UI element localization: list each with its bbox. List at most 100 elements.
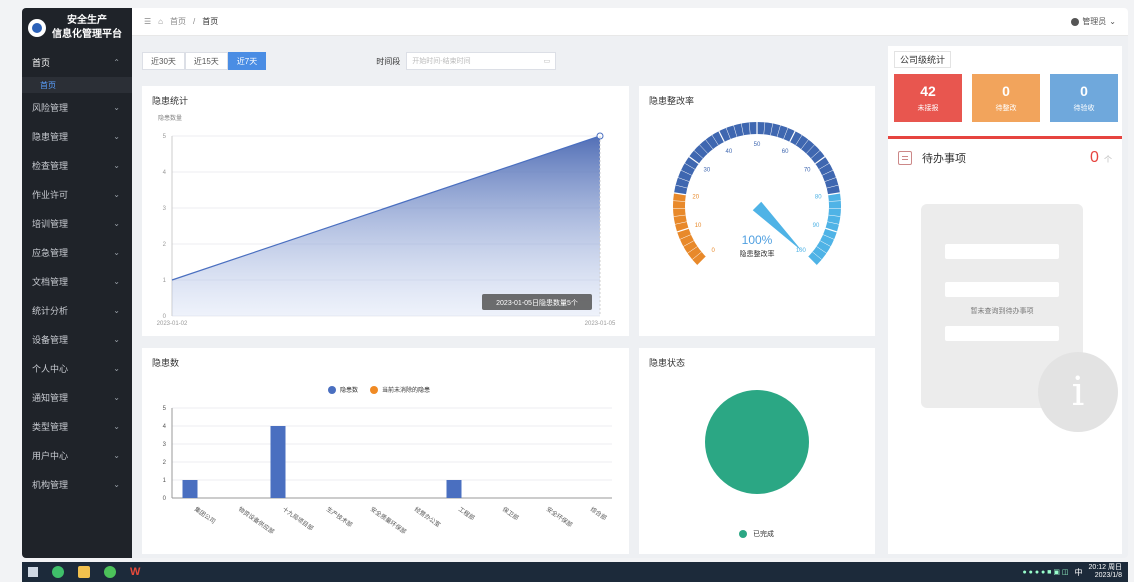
brand-line-2: 信息化管理平台 [52,29,122,40]
stat-value: 0 [1002,83,1010,99]
sidebar-item-label: 检查管理 [32,161,69,171]
chevron-down-icon: ⌄ [113,103,120,112]
chevron-down-icon: ⌄ [113,393,120,402]
y-tick-label: 3 [163,442,167,448]
sidebar-item-users[interactable]: 用户中心 ⌄ [22,441,132,470]
sidebar-item-risk[interactable]: 风险管理 ⌄ [22,93,132,122]
x-tick-label: 2023-01-02 [157,321,188,327]
range-15-days-button[interactable]: 近15天 [184,52,228,70]
sidebar-item-organization[interactable]: 机构管理 ⌄ [22,470,132,499]
bar [446,480,462,498]
empty-placeholder-bar [945,282,1059,297]
sidebar-item-profile[interactable]: 个人中心 ⌄ [22,354,132,383]
sidebar-item-documents[interactable]: 文档管理 ⌄ [22,267,132,296]
user-menu[interactable]: 管理员 ⌄ [1071,16,1116,27]
chevron-down-icon: ⌄ [113,277,120,286]
stat-value: 0 [1080,83,1088,99]
windows-start-icon[interactable] [28,567,38,577]
breadcrumb-item-current: 首页 [202,17,219,26]
stat-card-pending[interactable]: 0 待整改 [972,74,1040,122]
empty-state-text: 暂未查询到待办事项 [970,308,1034,315]
x-tick-label: 保卫部 [501,505,520,522]
sidebar-item-hazard[interactable]: 隐患管理 ⌄ [22,122,132,151]
sidebar-item-training[interactable]: 培训管理 ⌄ [22,209,132,238]
bar [270,426,286,498]
home-icon[interactable]: ⌂ [158,17,163,26]
chevron-down-icon: ⌄ [113,248,120,257]
y-tick-label: 5 [163,134,167,140]
browser-icon[interactable] [52,566,64,578]
sidebar-item-analytics[interactable]: 统计分析 ⌄ [22,296,132,325]
chevron-down-icon: ⌄ [113,422,120,431]
sidebar-item-permit[interactable]: 作业许可 ⌄ [22,180,132,209]
breadcrumb-item-home[interactable]: 首页 [170,16,186,27]
x-tick-label: 2023-01-05 [585,321,616,327]
gauge-band [674,122,840,195]
company-stats-title: 公司级统计 [894,51,952,68]
date-range-input[interactable]: 开始时间-结束时间 ▭ [406,52,557,70]
app-window: 安全生产 信息化管理平台 首页 ⌃ 首页 风险管理 ⌄ 隐患管理 ⌄ 检查管理 ⌄ 作… [22,8,1128,558]
brand-line-1: 安全生产 [67,15,107,26]
y-tick-label: 2 [163,242,167,248]
chevron-down-icon: ⌄ [113,364,120,373]
rectify-rate-gauge: 0 10 20 30 40 50 60 70 80 90 100 100% 隐患整改率 [673,122,841,266]
sidebar-item-equipment[interactable]: 设备管理 ⌄ [22,325,132,354]
info-icon: i [1038,352,1118,432]
sidebar-item-types[interactable]: 类型管理 ⌄ [22,412,132,441]
date-range-placeholder: 开始时间-结束时间 [412,58,471,65]
breadcrumb-separator: / [193,17,196,26]
y-tick-label: 0 [163,496,167,502]
legend-marker [370,386,378,394]
chevron-down-icon: ⌄ [1109,17,1116,26]
user-icon [1071,17,1080,26]
y-tick-label: 2 [163,460,167,466]
wechat-icon[interactable] [104,566,116,578]
hazard-stats-chart[interactable]: 隐患数量 0 1 2 3 4 5 2023-01-02 2023-01-05 2023-01-05… [142,86,629,336]
sidebar-item-emergency[interactable]: 应急管理 ⌄ [22,238,132,267]
todo-count: 0 [1090,148,1099,166]
hazard-count-panel: 隐患数 隐患数 当前未消除的隐患 0 1 2 3 4 5 集团公司 物资设备供应部 十九局项目部 生产… [142,348,629,554]
chevron-down-icon: ⌄ [113,335,120,344]
chevron-down-icon: ⌄ [113,161,120,170]
x-tick-label: 集团公司 [193,505,217,525]
sidebar-item-inspection[interactable]: 检查管理 ⌄ [22,151,132,180]
y-axis-title: 隐患数量 [158,114,182,122]
sidebar-item-label: 应急管理 [32,248,69,258]
wps-icon[interactable]: W [130,566,140,578]
top-bar: ☰ ⌂ 首页 / 首页 管理员 ⌄ [132,8,1128,36]
logo-icon [28,19,46,37]
hazard-count-chart: 隐患数 当前未消除的隐患012345集团公司 物资设备供应部 十九局项目部 生产技术部安… [163,386,612,536]
file-explorer-icon[interactable] [78,566,90,578]
gauge-tick-label: 40 [726,149,733,155]
todo-unit: 个 [1104,154,1112,164]
tray-icons[interactable]: ● ● ● ● ■ ▣ ◫ [1022,568,1068,576]
sidebar-item-home[interactable]: 首页 ⌃ [22,48,132,77]
ime-indicator[interactable]: 中 [1075,567,1083,578]
system-clock[interactable]: 20:12 周日 2023/1/8 [1089,564,1122,580]
x-tick-label: 经营办公室 [413,505,442,529]
menu-toggle-icon[interactable]: ☰ [144,17,151,26]
sidebar-item-label: 作业许可 [32,190,69,200]
submenu-item-home[interactable]: 首页 [22,77,132,93]
stat-card-found[interactable]: 42 未接报 [894,74,962,122]
stat-label: 待整改 [995,105,1017,112]
gauge-tick-label: 0 [711,248,715,254]
sidebar-item-notifications[interactable]: 通知管理 ⌄ [22,383,132,412]
chevron-down-icon: ⌄ [113,480,120,489]
todo-icon [898,150,912,165]
gauge-tick-label: 60 [782,149,789,155]
stat-card-review[interactable]: 0 待验收 [1050,74,1118,122]
tooltip-text: 2023-01-05日隐患数量5个 [496,298,578,307]
sidebar-item-label: 设备管理 [32,335,69,345]
sidebar-item-label: 统计分析 [32,306,69,316]
gauge-tick-label: 10 [695,223,702,229]
sidebar-item-label: 首页 [32,58,51,68]
range-7-days-button[interactable]: 近7天 [227,52,267,70]
chevron-up-icon: ⌃ [113,58,120,67]
sidebar-item-label: 个人中心 [32,364,69,374]
y-tick-label: 4 [163,170,167,176]
range-30-days-button[interactable]: 近30天 [142,52,185,70]
todo-title: 待办事项 [922,152,966,165]
filter-toolbar: 近30天 近15天 近7天 时间段 开始时间-结束时间 ▭ [142,44,658,78]
y-tick-label: 1 [163,278,167,284]
